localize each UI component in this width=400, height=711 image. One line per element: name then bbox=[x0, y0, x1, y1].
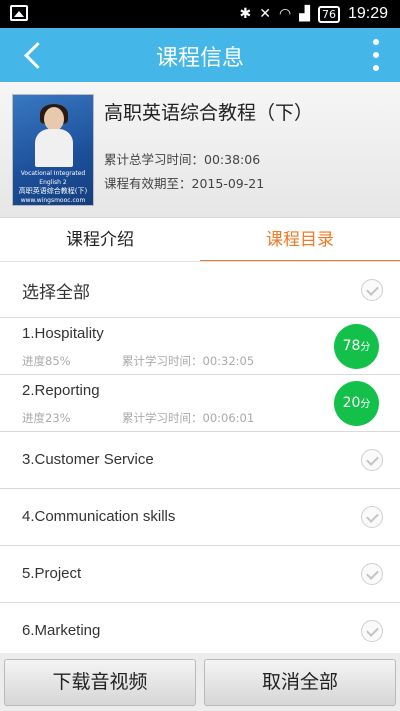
check-icon[interactable] bbox=[361, 506, 383, 528]
list-item[interactable]: 1.Hospitality 进度85% 累计学习时间：00:32:05 78分 bbox=[0, 318, 400, 375]
chapter-title: 6.Marketing bbox=[22, 622, 101, 639]
battery-icon: 76 bbox=[317, 5, 340, 23]
score-badge: 20分 bbox=[334, 381, 379, 426]
app-header: 课程信息 bbox=[0, 28, 400, 82]
image-icon bbox=[10, 5, 28, 21]
status-bar: ✱ ✕ ◠ ▟ 76 19:29 bbox=[0, 0, 400, 28]
chapter-study-time: 累计学习时间：00:06:01 bbox=[122, 411, 255, 425]
chapter-title: 5.Project bbox=[22, 565, 82, 582]
select-all-row[interactable]: 选择全部 bbox=[0, 262, 400, 318]
check-icon[interactable] bbox=[361, 563, 383, 585]
bottom-bar: 下载音视频 取消全部 bbox=[0, 653, 400, 711]
chapter-title: 4.Communication skills bbox=[22, 508, 176, 525]
course-cover-image: Vocational Integrated English 2 高职英语综合教程… bbox=[12, 94, 94, 206]
cancel-all-button[interactable]: 取消全部 bbox=[204, 659, 396, 706]
tab-bar: 课程介绍 课程目录 bbox=[0, 217, 400, 263]
status-icons: ✱ ✕ ◠ ▟ 76 19:29 bbox=[239, 4, 388, 24]
chapter-progress: 进度85% bbox=[22, 354, 71, 368]
chapter-progress: 进度23% bbox=[22, 411, 71, 425]
status-time: 19:29 bbox=[347, 5, 388, 22]
wifi-icon: ◠ bbox=[278, 6, 292, 22]
course-header: Vocational Integrated English 2 高职英语综合教程… bbox=[0, 82, 400, 217]
list-item[interactable]: 3.Customer Service bbox=[0, 432, 400, 489]
list-item[interactable]: 5.Project bbox=[0, 546, 400, 603]
cover-person bbox=[31, 104, 77, 167]
cover-text: Vocational Integrated English 2 高职英语综合教程… bbox=[17, 169, 89, 205]
signal-icon: ▟ bbox=[299, 6, 310, 22]
check-icon[interactable] bbox=[361, 449, 383, 471]
list-item[interactable]: 4.Communication skills bbox=[0, 489, 400, 546]
tab-course-intro[interactable]: 课程介绍 bbox=[0, 218, 200, 262]
course-title: 高职英语综合教程（下） bbox=[104, 102, 314, 124]
list-item[interactable]: 2.Reporting 进度23% 累计学习时间：00:06:01 20分 bbox=[0, 375, 400, 432]
page-title: 课程信息 bbox=[155, 46, 244, 71]
more-vertical-icon[interactable] bbox=[368, 39, 384, 71]
check-icon[interactable] bbox=[361, 278, 383, 301]
download-button[interactable]: 下载音视频 bbox=[4, 659, 196, 706]
chapter-title: 2.Reporting bbox=[22, 382, 100, 399]
chapter-title: 3.Customer Service bbox=[22, 451, 154, 468]
chapter-title: 1.Hospitality bbox=[22, 325, 104, 342]
tab-course-catalog[interactable]: 课程目录 bbox=[200, 218, 400, 263]
course-valid-until: 课程有效期至：2015-09-21 bbox=[104, 176, 265, 191]
chapter-study-time: 累计学习时间：00:32:05 bbox=[122, 354, 255, 368]
total-study-time: 累计总学习时间：00:38:06 bbox=[104, 152, 261, 167]
chapter-list: 选择全部 1.Hospitality 进度85% 累计学习时间：00:32:05… bbox=[0, 262, 400, 660]
mute-icon: ✕ bbox=[259, 6, 271, 22]
score-badge: 78分 bbox=[334, 324, 379, 369]
select-all-label: 选择全部 bbox=[22, 283, 90, 303]
check-icon[interactable] bbox=[361, 620, 383, 642]
cover-line1: Vocational Integrated English 2 bbox=[20, 170, 86, 186]
cover-line2: 高职英语综合教程(下) bbox=[18, 187, 88, 195]
bluetooth-icon: ✱ bbox=[239, 6, 252, 22]
cover-line3: www.wingsmooc.com bbox=[20, 197, 86, 204]
list-item[interactable]: 6.Marketing bbox=[0, 603, 400, 660]
